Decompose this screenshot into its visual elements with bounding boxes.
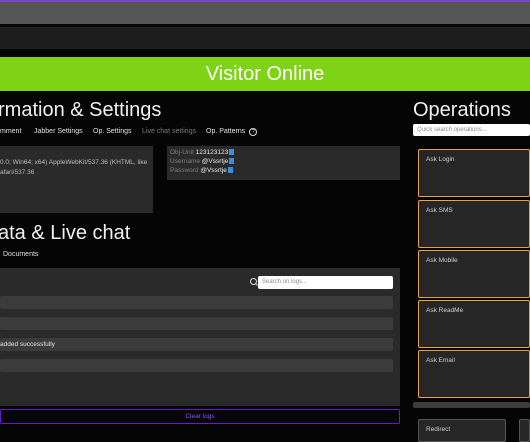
clear-logs-button[interactable]: Clear logs [0, 409, 400, 424]
op-ask-login-button[interactable]: Ask Login [418, 149, 530, 197]
logs-search-input[interactable]: Search on logs... [258, 276, 393, 289]
data-heading: ata & Live chat [0, 222, 131, 244]
tab-op-settings[interactable]: Op. Settings [93, 128, 132, 135]
field-value[interactable]: 123123123 [196, 149, 229, 156]
field-obj-unit: Obj-Unit 123123123 [170, 149, 235, 156]
op-label: Ask SMS [426, 207, 453, 214]
op-more-button[interactable] [519, 419, 530, 442]
field-password: Password @Vssrtje [170, 167, 233, 174]
field-value[interactable]: @Vssrtje [202, 158, 228, 165]
visitor-status-banner: Visitor Online [0, 57, 530, 91]
log-entry [0, 296, 393, 309]
credentials-panel: Obj-Unit 123123123 Username @Vssrtje Pas… [167, 146, 400, 180]
op-ask-mobile-button[interactable]: Ask Mobile [418, 250, 530, 298]
tab-comment[interactable]: mment [0, 128, 21, 135]
ua-line-1: 0.0; Win64; x64) AppleWebKit/537.36 (KHT… [0, 159, 148, 166]
op-ask-email-button[interactable]: Ask Email [418, 350, 530, 398]
op-label: Ask ReadMe [426, 307, 464, 314]
tab-jabber-settings[interactable]: Jabber Settings [34, 128, 83, 135]
field-key: Password [170, 167, 199, 174]
info-heading: rmation & Settings [0, 99, 162, 121]
field-username: Username @Vssrtje [170, 158, 235, 165]
top-window-bar [0, 0, 530, 24]
field-key: Obj-Unit [170, 149, 194, 156]
tab-documents[interactable]: Documents [3, 251, 38, 258]
field-value[interactable]: @Vssrtje [200, 167, 226, 174]
operations-search-input[interactable]: Quick search operations... [413, 124, 530, 136]
operations-heading: Operations [413, 99, 511, 121]
op-label: Redirect [426, 426, 451, 433]
op-label: Ask Mobile [426, 257, 458, 264]
op-label: Ask Login [426, 156, 455, 163]
copy-icon[interactable] [229, 158, 235, 165]
logs-panel: Search on logs... added successfully [0, 268, 400, 406]
tab-op-patterns[interactable]: Op. Patterns ? [206, 128, 258, 136]
user-agent-panel: 0.0; Win64; x64) AppleWebKit/537.36 (KHT… [0, 146, 153, 213]
help-icon: ? [249, 128, 258, 136]
log-entry [0, 359, 393, 372]
copy-icon[interactable] [229, 149, 235, 156]
op-label: Ask Email [426, 357, 455, 364]
log-entry: added successfully [0, 338, 393, 351]
tab-live-chat-settings[interactable]: Live chat settings [142, 128, 196, 135]
operations-scrollbar[interactable] [413, 402, 530, 408]
op-ask-sms-button[interactable]: Ask SMS [418, 200, 530, 248]
op-redirect-button[interactable]: Redirect [418, 419, 506, 442]
copy-icon[interactable] [227, 167, 233, 174]
ua-line-2: afari/537.36 [0, 169, 35, 176]
tab-op-patterns-label: Op. Patterns [206, 128, 246, 135]
op-ask-readme-button[interactable]: Ask ReadMe [418, 300, 530, 348]
log-entry [0, 317, 393, 330]
field-key: Username [170, 158, 200, 165]
nav-bar [0, 27, 530, 49]
